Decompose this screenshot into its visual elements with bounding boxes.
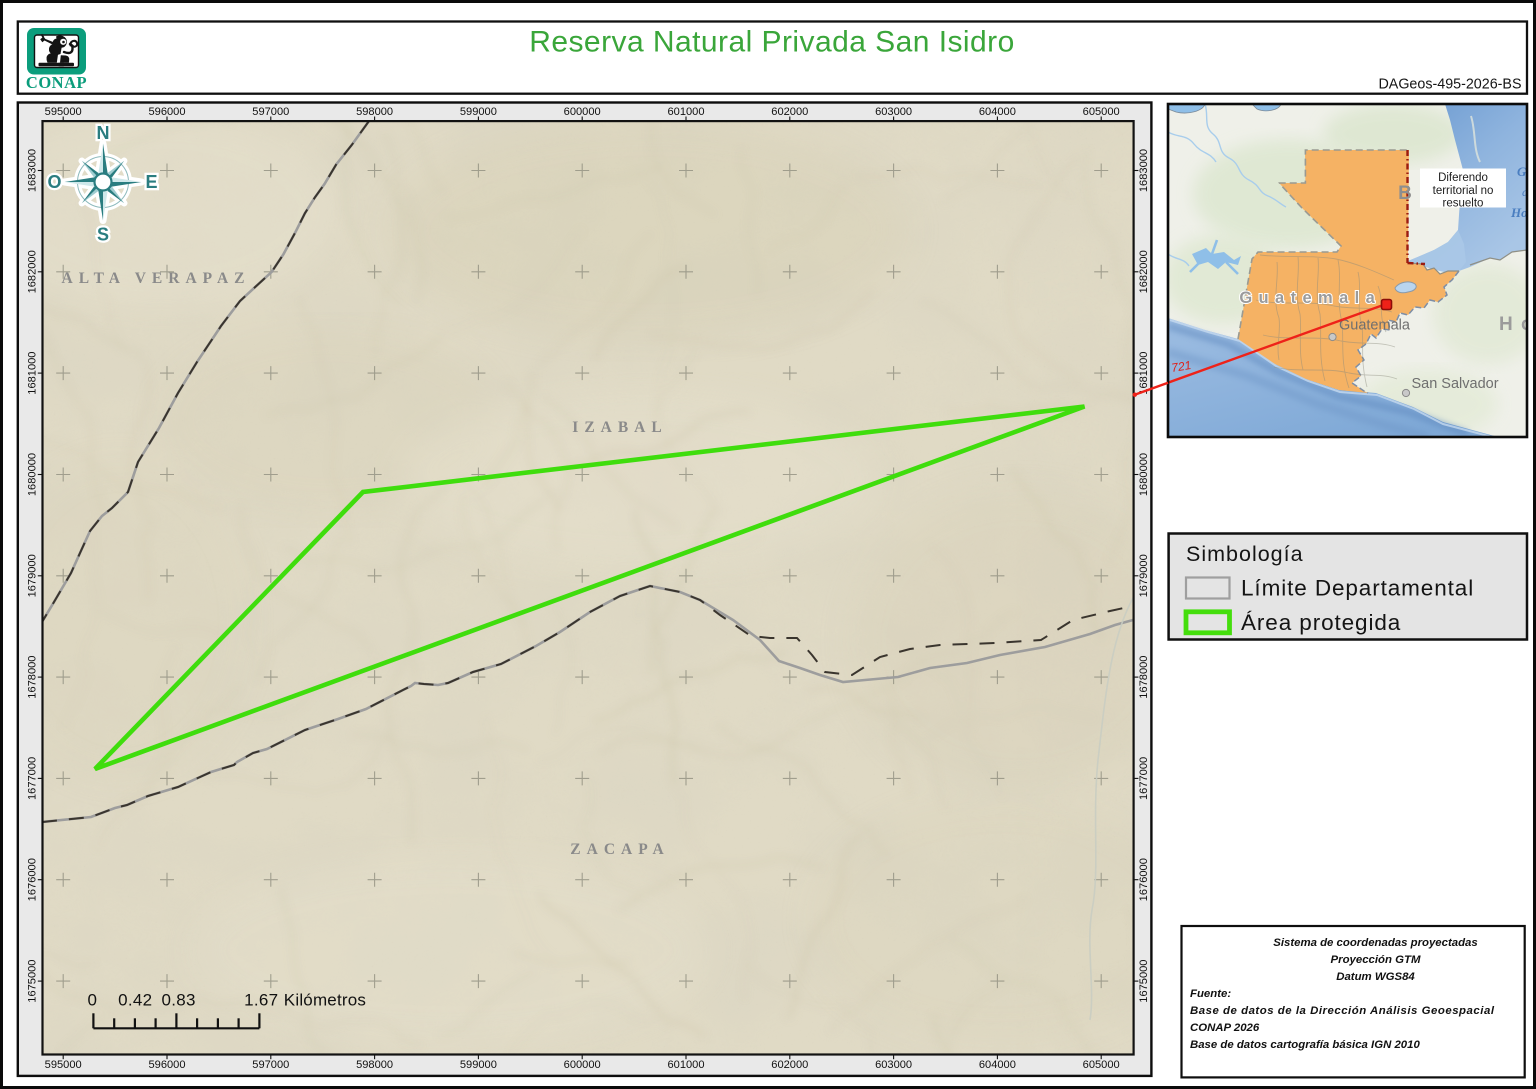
svg-text:B: B — [1398, 183, 1412, 204]
svg-text:598000: 598000 — [356, 1059, 393, 1071]
svg-text:1677000: 1677000 — [1138, 757, 1150, 800]
svg-text:Guatemala: Guatemala — [1339, 318, 1411, 334]
svg-text:596000: 596000 — [148, 1059, 185, 1071]
svg-text:Base de datos cartografía bási: Base de datos cartografía básica IGN 201… — [1190, 1039, 1420, 1051]
svg-text:1680000: 1680000 — [1138, 453, 1150, 496]
svg-text:Kilómetros: Kilómetros — [284, 991, 366, 1010]
svg-text:600000: 600000 — [564, 1059, 601, 1071]
svg-text:territorial no: territorial no — [1433, 185, 1494, 197]
svg-text:1679000: 1679000 — [27, 554, 39, 597]
svg-text:Diferendo: Diferendo — [1438, 172, 1488, 184]
svg-text:1675000: 1675000 — [1138, 959, 1150, 1002]
svg-text:N: N — [97, 123, 110, 143]
svg-text:IZABAL: IZABAL — [572, 419, 667, 436]
svg-text:1676000: 1676000 — [27, 858, 39, 901]
svg-text:1680000: 1680000 — [27, 453, 39, 496]
svg-text:600000: 600000 — [564, 106, 601, 118]
svg-text:CONAP 2026: CONAP 2026 — [1190, 1022, 1260, 1034]
svg-text:Límite Departamental: Límite Departamental — [1241, 576, 1474, 601]
svg-text:San Salvador: San Salvador — [1411, 376, 1498, 392]
svg-text:602000: 602000 — [771, 106, 808, 118]
svg-text:605000: 605000 — [1083, 1059, 1120, 1071]
svg-text:1675000: 1675000 — [27, 959, 39, 1002]
svg-text:E: E — [145, 172, 157, 192]
svg-text:Datum WGS84: Datum WGS84 — [1336, 971, 1415, 983]
svg-text:1683000: 1683000 — [27, 149, 39, 192]
svg-text:1679000: 1679000 — [1138, 554, 1150, 597]
svg-text:605000: 605000 — [1083, 106, 1120, 118]
svg-text:603000: 603000 — [875, 1059, 912, 1071]
svg-text:603000: 603000 — [875, 106, 912, 118]
svg-text:596000: 596000 — [148, 106, 185, 118]
svg-text:G u a t e m a l a: G u a t e m a l a — [1239, 289, 1375, 307]
svg-text:Reserva Natural Privada San Is: Reserva Natural Privada San Isidro — [529, 26, 1015, 59]
svg-text:0.83: 0.83 — [161, 991, 195, 1010]
svg-text:Simbología: Simbología — [1186, 542, 1304, 566]
svg-text:597000: 597000 — [252, 106, 289, 118]
svg-text:ALTA VERAPAZ: ALTA VERAPAZ — [62, 270, 251, 287]
svg-text:ZACAPA: ZACAPA — [570, 841, 669, 858]
svg-text:0.42: 0.42 — [118, 991, 152, 1010]
svg-text:602000: 602000 — [771, 1059, 808, 1071]
svg-text:DAGeos-495-2026-BS: DAGeos-495-2026-BS — [1378, 77, 1521, 93]
svg-text:1682000: 1682000 — [1138, 250, 1150, 293]
svg-text:601000: 601000 — [667, 1059, 704, 1071]
svg-text:595000: 595000 — [45, 106, 82, 118]
svg-text:0: 0 — [87, 991, 96, 1010]
svg-text:597000: 597000 — [252, 1059, 289, 1071]
svg-text:604000: 604000 — [979, 106, 1016, 118]
svg-text:Área protegida: Área protegida — [1241, 610, 1401, 635]
svg-text:CONAP: CONAP — [26, 73, 87, 92]
svg-text:1676000: 1676000 — [1138, 858, 1150, 901]
svg-text:O: O — [47, 172, 61, 192]
svg-text:Proyección GTM: Proyección GTM — [1331, 954, 1421, 966]
svg-text:1.67: 1.67 — [244, 991, 278, 1010]
svg-text:S: S — [97, 225, 109, 245]
svg-text:Sistema de coordenadas proyect: Sistema de coordenadas proyectadas — [1273, 937, 1477, 949]
svg-text:601000: 601000 — [667, 106, 704, 118]
svg-text:1678000: 1678000 — [27, 655, 39, 698]
svg-text:595000: 595000 — [45, 1059, 82, 1071]
svg-text:1677000: 1677000 — [27, 757, 39, 800]
svg-text:1682000: 1682000 — [27, 250, 39, 293]
svg-text:599000: 599000 — [460, 106, 497, 118]
svg-text:1681000: 1681000 — [27, 351, 39, 394]
svg-text:604000: 604000 — [979, 1059, 1016, 1071]
svg-text:598000: 598000 — [356, 106, 393, 118]
svg-text:Fuente:: Fuente: — [1190, 988, 1231, 1000]
svg-text:1681000: 1681000 — [1138, 351, 1150, 394]
svg-text:1683000: 1683000 — [1138, 149, 1150, 192]
svg-text:resuelto: resuelto — [1443, 198, 1484, 210]
svg-text:Base de datos de la Dirección: Base de datos de la Dirección Análisis G… — [1190, 1005, 1495, 1017]
svg-text:599000: 599000 — [460, 1059, 497, 1071]
svg-text:1678000: 1678000 — [1138, 655, 1150, 698]
